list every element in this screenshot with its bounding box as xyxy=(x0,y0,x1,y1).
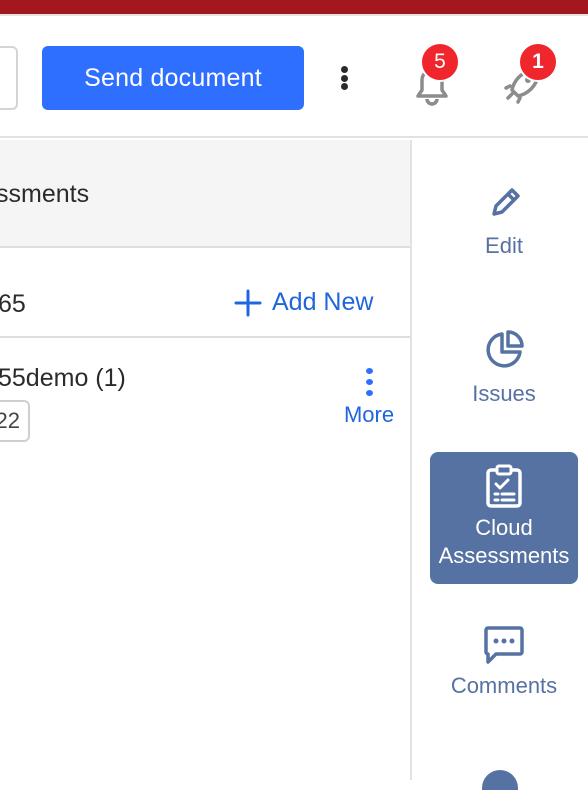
launch-badge: 1 xyxy=(518,42,558,82)
notifications-badge: 5 xyxy=(420,42,460,82)
kebab-icon xyxy=(340,368,398,396)
assessment-item-chip: 22 xyxy=(0,400,30,442)
list-toolbar-text: 65 xyxy=(0,290,26,318)
send-document-button[interactable]: Send document xyxy=(42,46,304,110)
pie-chart-icon xyxy=(486,330,524,368)
header-toolbar: Send document 5 1 xyxy=(0,16,588,138)
sidebar-item-label: Issues xyxy=(472,381,536,406)
sidebar-item-label: Edit xyxy=(485,233,523,258)
notifications-button[interactable]: 5 xyxy=(402,42,462,112)
sidebar-item-label: Cloud Assessments xyxy=(438,515,570,568)
sidebar-item-issues[interactable]: Issues xyxy=(430,328,578,410)
sidebar-item-cloud-assessments[interactable]: Cloud Assessments xyxy=(430,452,578,584)
add-new-button[interactable]: Add New xyxy=(234,288,373,317)
pencil-icon xyxy=(492,188,520,216)
panel-header: ssments xyxy=(0,140,410,248)
right-sidebar: Edit Issues Cloud Assessments Comments xyxy=(410,140,588,790)
list-toolbar-row: 65 Add New xyxy=(0,250,410,338)
sidebar-item-edit[interactable]: Edit xyxy=(430,184,578,264)
message-dots-icon xyxy=(484,626,524,664)
assessment-item-title[interactable]: 55demo (1) xyxy=(0,364,126,393)
sidebar-item-partial-icon xyxy=(482,770,518,790)
launch-button[interactable]: 1 xyxy=(494,42,558,112)
plus-icon xyxy=(234,289,262,316)
assessments-panel: ssments 65 Add New 55demo (1) 22 More xyxy=(0,140,410,780)
sidebar-item-comments[interactable]: Comments xyxy=(430,624,578,706)
search-input[interactable] xyxy=(0,46,18,110)
top-accent-bar xyxy=(0,0,588,14)
add-new-label: Add New xyxy=(272,288,374,316)
panel-title: ssments xyxy=(0,180,90,208)
header-more-icon[interactable] xyxy=(330,60,358,96)
more-button[interactable]: More xyxy=(340,368,398,432)
sidebar-item-label: Comments xyxy=(450,673,558,698)
more-label: More xyxy=(343,402,395,427)
clipboard-check-icon xyxy=(486,464,522,508)
